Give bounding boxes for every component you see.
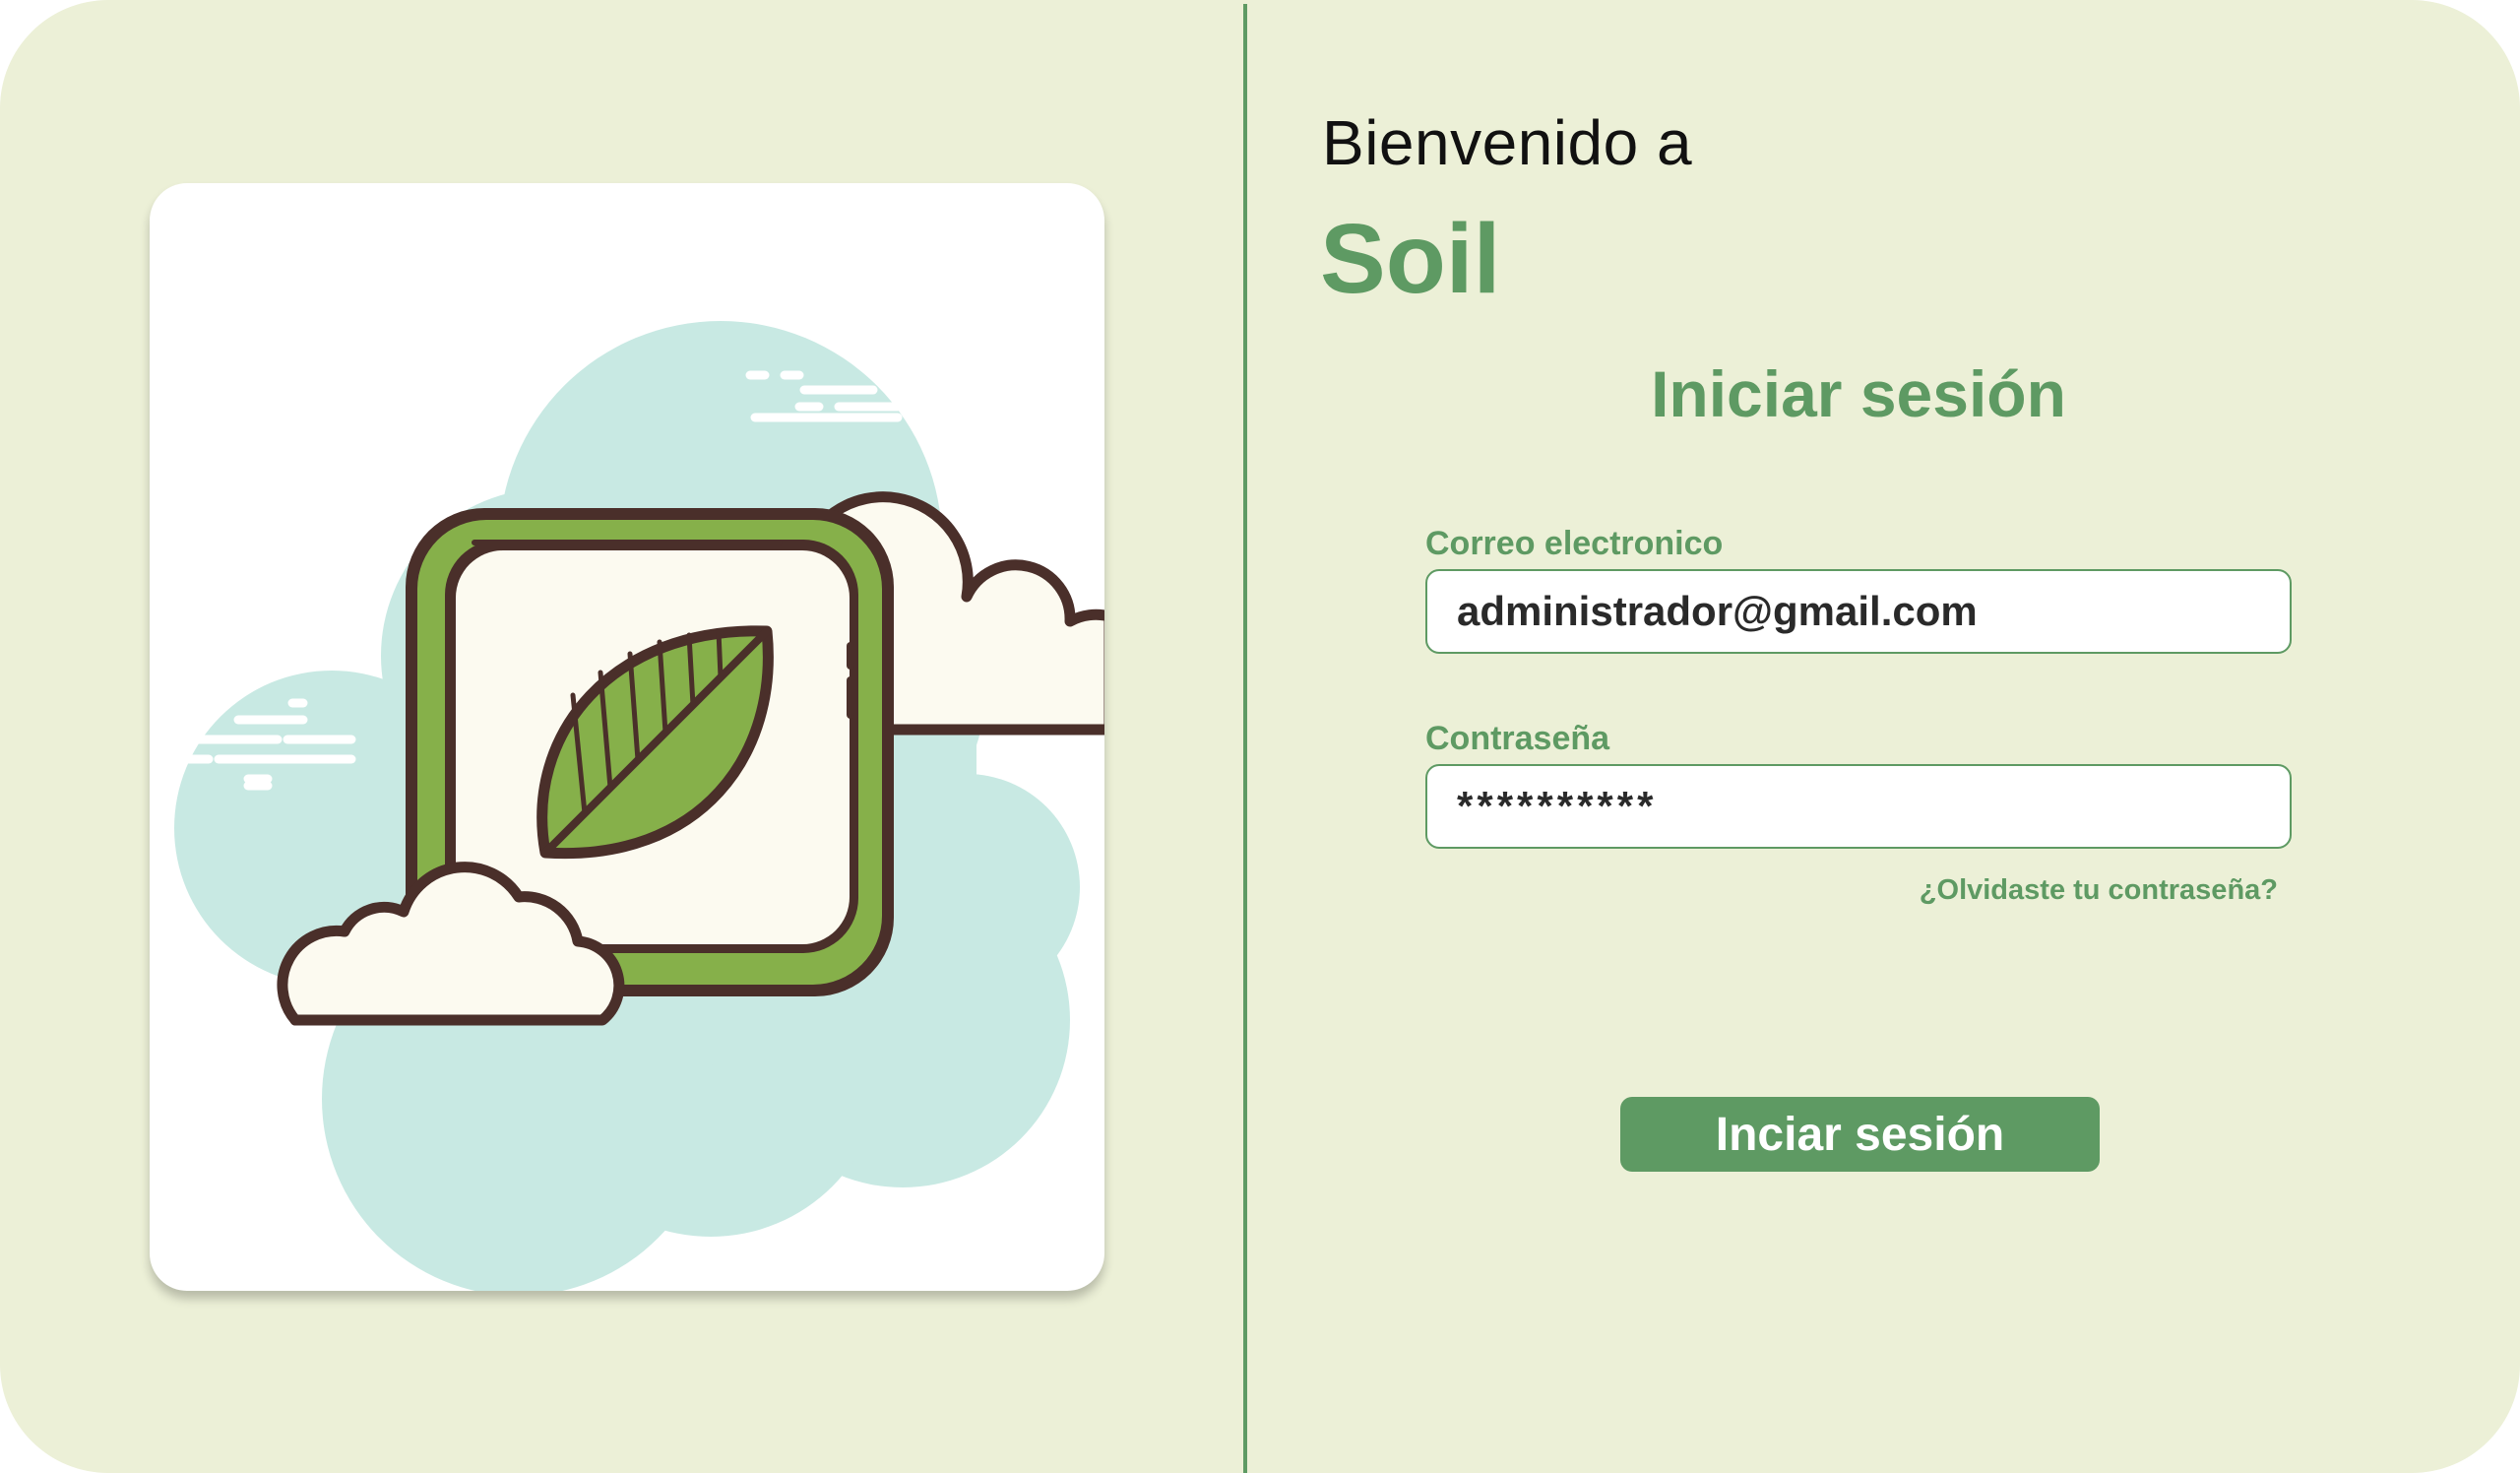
brand-title: Soil — [1320, 204, 1501, 314]
forgot-password-link[interactable]: ¿Olvidaste tu contraseña? — [1920, 874, 2278, 907]
password-field[interactable] — [1425, 764, 2292, 849]
leaf-app-icon — [174, 321, 1104, 1291]
login-button[interactable]: Inciar sesión — [1620, 1097, 2100, 1172]
login-title: Iniciar sesión — [1651, 357, 2066, 430]
illustration-card — [150, 183, 1104, 1291]
email-label: Correo electronico — [1425, 525, 1724, 562]
email-field[interactable] — [1425, 569, 2292, 654]
password-label: Contraseña — [1425, 720, 1610, 757]
welcome-heading: Bienvenido a — [1322, 107, 1693, 178]
vertical-divider — [1243, 4, 1247, 1473]
login-screen: Bienvenido a Soil Iniciar sesión Correo … — [0, 0, 2520, 1473]
